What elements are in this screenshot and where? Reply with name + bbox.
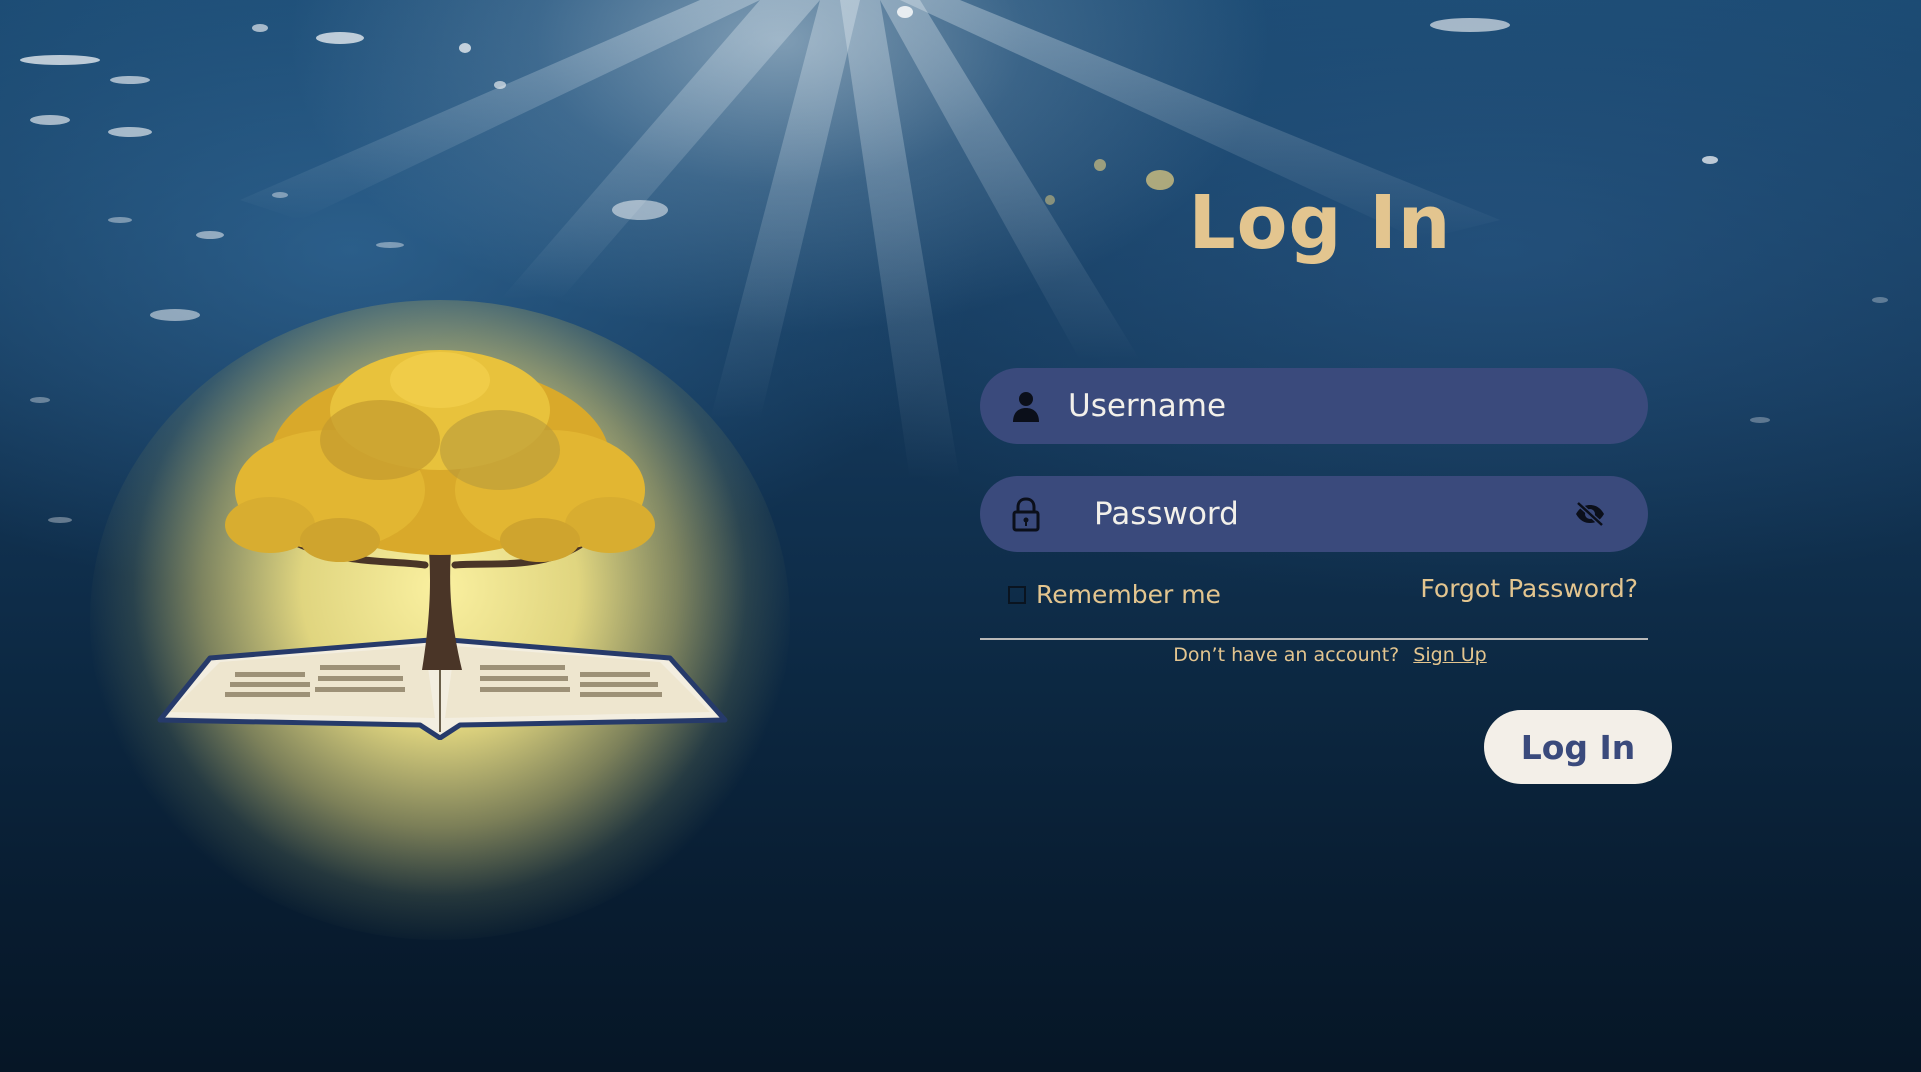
password-field[interactable] [980,476,1648,552]
signup-prompt: Don’t have an account? [1173,644,1400,666]
tree-on-open-book-illustration [157,350,728,740]
remember-me-checkbox[interactable] [1008,585,1026,604]
page-title: Log In [1188,180,1452,266]
lock-icon [1012,497,1040,532]
remember-me-label: Remember me [1036,580,1221,609]
tree-canopy [225,350,655,562]
signup-row: Don’t have an account? Sign Up [980,644,1680,666]
remember-me[interactable]: Remember me [1008,580,1221,609]
login-button[interactable]: Log In [1484,710,1672,784]
user-icon [1013,392,1039,422]
forgot-password-link[interactable]: Forgot Password? [1420,574,1638,603]
signup-link[interactable]: Sign Up [1413,644,1486,666]
divider [980,638,1648,640]
username-input[interactable] [1068,368,1608,444]
username-field[interactable] [980,368,1648,444]
eye-slash-icon[interactable] [1574,500,1606,528]
password-input[interactable] [1094,476,1564,552]
